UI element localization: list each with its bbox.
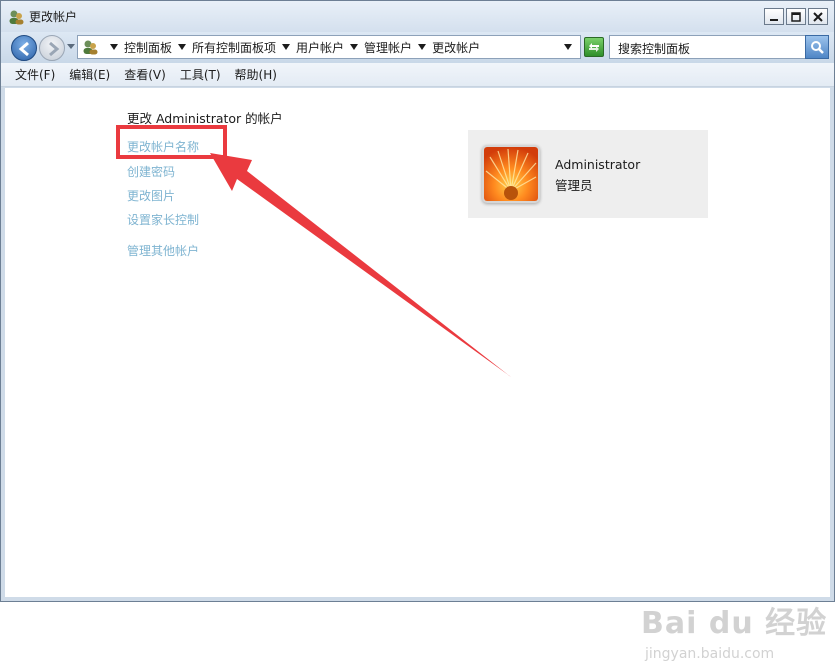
refresh-button[interactable] <box>584 37 604 57</box>
account-name: Administrator <box>555 157 641 172</box>
chevron-down-icon[interactable] <box>418 44 427 50</box>
account-role: 管理员 <box>555 178 593 193</box>
flower-picture-icon <box>484 147 538 201</box>
watermark: Bai du 经验 jingyan.baidu.com <box>641 598 828 662</box>
users-icon <box>83 40 98 55</box>
refresh-icon <box>589 43 599 52</box>
parental-controls-link[interactable]: 设置家长控制 <box>127 211 199 228</box>
chevron-down-icon[interactable] <box>282 44 291 50</box>
search-placeholder: 搜索控制面板 <box>618 42 691 56</box>
address-bar[interactable]: 控制面板 所有控制面板项 用户帐户 管理帐户 更改帐户 <box>77 35 581 59</box>
manage-other-accounts-link[interactable]: 管理其他帐户 <box>127 242 199 259</box>
account-card: Administrator 管理员 <box>468 130 708 218</box>
address-history-dropdown[interactable] <box>564 44 572 50</box>
chevron-down-icon[interactable] <box>110 44 118 50</box>
title-bar: 更改帐户 <box>1 1 834 32</box>
breadcrumb-item[interactable]: 控制面板 <box>124 39 172 56</box>
minimize-icon <box>770 18 778 21</box>
search-button[interactable] <box>805 35 829 59</box>
breadcrumb: 控制面板 所有控制面板项 用户帐户 管理帐户 更改帐户 <box>104 36 480 58</box>
users-icon <box>9 10 24 25</box>
window-title: 更改帐户 <box>29 10 78 24</box>
watermark-logo: Bai du 经验 <box>641 606 828 641</box>
chevron-down-icon[interactable] <box>350 44 359 50</box>
menu-edit[interactable]: 编辑(E) <box>63 66 116 83</box>
annotation-highlight-box <box>116 125 227 159</box>
avatar <box>482 145 540 203</box>
menu-help[interactable]: 帮助(H) <box>229 66 283 83</box>
navigation-bar: 控制面板 所有控制面板项 用户帐户 管理帐户 更改帐户 搜索控制面板 <box>1 32 834 63</box>
recent-pages-dropdown[interactable] <box>67 44 75 49</box>
breadcrumb-item[interactable]: 更改帐户 <box>432 39 480 56</box>
content-pane: 更改 Administrator 的帐户 更改帐户名称 创建密码 更改图片 设置… <box>5 88 830 662</box>
window: 更改帐户 控制面板 所有控制面板项 用户帐户 管理帐户 更改帐户 搜索控制面板 … <box>0 0 835 662</box>
watermark-url: jingyan.baidu.com <box>645 646 775 662</box>
maximize-button[interactable] <box>786 8 806 25</box>
breadcrumb-item[interactable]: 用户帐户 <box>296 39 344 56</box>
arrow-left-icon <box>18 41 29 57</box>
chevron-down-icon[interactable] <box>178 44 187 50</box>
minimize-button[interactable] <box>764 8 784 25</box>
menu-view[interactable]: 查看(V) <box>118 66 172 83</box>
breadcrumb-item[interactable]: 所有控制面板项 <box>192 39 276 56</box>
forward-button[interactable] <box>39 35 65 61</box>
close-icon <box>813 11 823 22</box>
search-field[interactable]: 搜索控制面板 <box>609 35 829 59</box>
menu-bar: 文件(F) 编辑(E) 查看(V) 工具(T) 帮助(H) <box>1 63 834 87</box>
menu-file[interactable]: 文件(F) <box>9 66 61 83</box>
create-password-link[interactable]: 创建密码 <box>127 163 175 180</box>
arrow-right-icon <box>49 41 60 57</box>
menu-tools[interactable]: 工具(T) <box>174 66 227 83</box>
change-picture-link[interactable]: 更改图片 <box>127 187 175 204</box>
close-button[interactable] <box>808 8 828 25</box>
search-icon <box>811 41 824 54</box>
maximize-icon <box>791 11 801 22</box>
back-button[interactable] <box>11 35 37 61</box>
breadcrumb-item[interactable]: 管理帐户 <box>364 39 412 56</box>
